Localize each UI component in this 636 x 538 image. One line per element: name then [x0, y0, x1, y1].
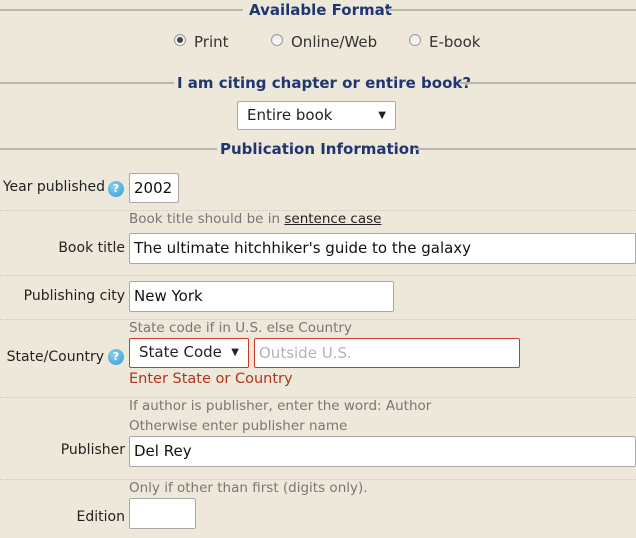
publisher-hint-1: If author is publisher, enter the word: …	[129, 398, 432, 414]
publisher-label: Publisher	[60, 442, 125, 458]
section-title-publication: Publication Information	[220, 140, 420, 158]
state-country-hint: State code if in U.S. else Country	[129, 320, 352, 336]
book-title-label: Book title	[58, 240, 125, 256]
publishing-city-input[interactable]: New York	[129, 281, 394, 312]
sentence-case-link[interactable]: sentence case	[284, 211, 381, 227]
chevron-down-icon: ▼	[378, 110, 386, 121]
edition-hint: Only if other than first (digits only).	[129, 480, 368, 496]
publisher-hint-2: Otherwise enter publisher name	[129, 418, 348, 434]
outside-us-input[interactable]: Outside U.S.	[254, 338, 520, 368]
state-code-select-value: State Code	[139, 343, 222, 361]
radio-label-print[interactable]: Print	[194, 33, 229, 51]
radio-online-web[interactable]	[271, 34, 283, 46]
help-icon[interactable]: ?	[108, 181, 124, 197]
book-title-input[interactable]: The ultimate hitchhiker's guide to the g…	[129, 233, 636, 264]
edition-label: Edition	[76, 509, 125, 525]
divider-right	[415, 148, 636, 150]
state-country-label: State/Country	[6, 349, 104, 365]
citing-select[interactable]: Entire book ▼	[237, 101, 396, 130]
edition-input[interactable]	[129, 498, 196, 529]
divider-left	[0, 82, 174, 84]
state-country-error: Enter State or Country	[129, 371, 293, 387]
divider-right	[387, 9, 636, 11]
year-published-input[interactable]: 2002	[129, 173, 179, 203]
year-published-label: Year published	[2, 179, 105, 195]
radio-label-online-web[interactable]: Online/Web	[291, 33, 377, 51]
divider-left	[0, 148, 217, 150]
divider-left	[0, 9, 243, 11]
chevron-down-icon: ▼	[231, 347, 239, 358]
section-title-available-format: Available Format	[249, 1, 392, 19]
citing-select-value: Entire book	[247, 106, 333, 124]
book-title-hint: Book title should be in sentence case	[129, 211, 381, 227]
radio-label-e-book[interactable]: E-book	[429, 33, 480, 51]
section-title-citing: I am citing chapter or entire book?	[177, 74, 472, 92]
radio-e-book[interactable]	[409, 34, 421, 46]
divider-right	[460, 82, 636, 84]
radio-print[interactable]	[174, 34, 186, 46]
row-divider	[0, 275, 636, 276]
help-icon[interactable]: ?	[108, 349, 124, 365]
publisher-input[interactable]: Del Rey	[129, 436, 636, 467]
publishing-city-label: Publishing city	[23, 288, 125, 304]
book-title-hint-text: Book title should be in	[129, 211, 285, 227]
state-code-select[interactable]: State Code ▼	[129, 338, 249, 368]
